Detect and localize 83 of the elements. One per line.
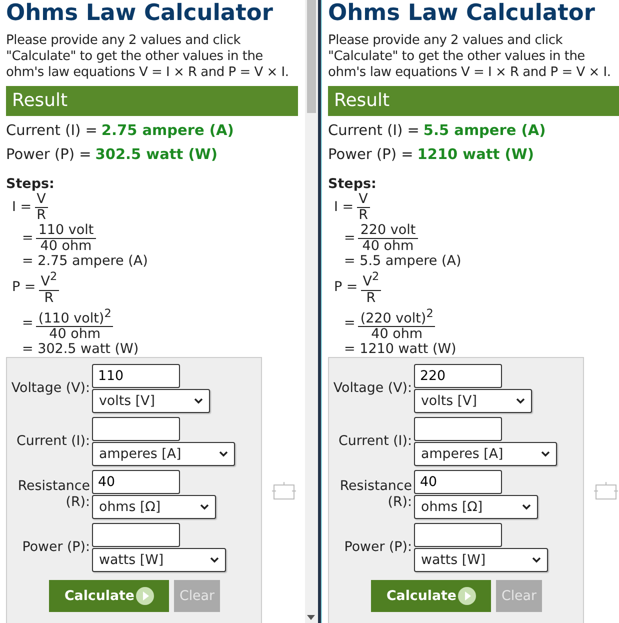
result-label: Power (P) = [328,147,414,163]
equation-lhs: I = [12,200,32,215]
result-value: 2.75 ampere (A) [101,123,234,139]
unit-dropdown[interactable]: ohms [Ω] [92,495,216,519]
denominator: 40 ohm [48,327,102,342]
numerator: V$^{2}$ [360,269,382,290]
denominator: 40 ohm [39,239,93,254]
unit-dropdown[interactable]: amperes [A] [414,442,557,466]
chevron-down-icon [516,398,525,404]
unit-dropdown[interactable]: volts [V] [414,389,532,413]
numerator: V$^{2}$ [38,269,60,290]
equation-lhs: I = [334,200,354,215]
value-input[interactable] [92,523,180,547]
intro-text: Please provide any 2 values and click "Calculate" to get the other values in the ohm's law equations V = I × R and P = V × I. [6,33,290,81]
steps-heading: Steps: [328,176,378,192]
field-label: Current (I): [16,434,91,450]
equation-result: = 2.75 ampere (A) [22,254,148,269]
numerator: (220 volt)$^{2}$ [358,306,436,327]
result-header: Result [6,86,298,116]
chevron-down-icon [532,557,541,563]
chevron-down-icon [522,504,531,510]
value-input[interactable] [414,523,502,547]
equation-result: = 1210 watt (W) [344,342,456,357]
chevron-down-icon [210,557,219,563]
equation-lhs: = [22,231,34,246]
result-label: Current (I) = [6,123,98,139]
unit-dropdown[interactable]: volts [V] [92,389,210,413]
denominator: R [36,208,47,223]
unit-dropdown[interactable]: watts [W] [92,548,226,572]
unit-dropdown[interactable]: watts [W] [414,548,548,572]
steps-heading: Steps: [6,176,56,192]
chevron-down-icon [194,398,203,404]
result-label: Power (P) = [6,147,92,163]
play-icon [458,587,476,605]
equation-lhs: = [344,316,356,332]
result-value: 1210 watt (W) [417,147,534,163]
value-input[interactable] [92,417,180,441]
play-icon [136,587,154,605]
field-label: Voltage (V): [332,380,413,396]
numerator: 110 volt [36,223,96,239]
equation-lhs: P = [12,280,36,295]
unit-dropdown[interactable]: ohms [Ω] [414,495,538,519]
chevron-down-icon [200,504,209,510]
value-input[interactable]: 40 [414,470,502,494]
equation-result: = 302.5 watt (W) [22,342,139,357]
equation-result: = 5.5 ampere (A) [344,254,462,269]
unit-dropdown[interactable]: amperes [A] [92,442,235,466]
field-label: Voltage (V): [10,380,91,396]
denominator: R [43,290,55,306]
equation-lhs: = [344,231,356,246]
chevron-down-icon [541,451,550,457]
value-input[interactable]: 40 [92,470,180,494]
value-input[interactable] [414,417,502,441]
field-label: Resistance (R): [338,478,413,510]
field-label: Power (P): [21,540,91,556]
numerator: (110 volt)$^{2}$ [36,306,114,327]
page-title: Ohms Law Calculator [6,0,274,26]
value-input[interactable]: 110 [92,364,180,388]
numerator: 220 volt [358,223,418,239]
chevron-down-icon [219,451,228,457]
calculate-button[interactable]: Calculate [49,580,169,612]
page-title: Ohms Law Calculator [328,0,596,26]
result-header: Result [328,86,619,116]
denominator: 40 ohm [361,239,415,254]
scrollbar[interactable] [305,0,318,623]
result-value: 5.5 ampere (A) [423,123,546,139]
result-value: 302.5 watt (W) [95,147,218,163]
numerator: V [356,192,370,208]
denominator: R [365,290,377,306]
scrollbar-thumb[interactable] [307,0,316,113]
value-input[interactable]: 220 [414,364,502,388]
denominator: 40 ohm [370,327,424,342]
equation-lhs: P = [334,280,358,295]
intro-text: Please provide any 2 values and click "Calculate" to get the other values in the ohm's law equations V = I × R and P = V × I. [328,33,612,81]
numerator: V [34,192,48,208]
scroll-down-arrow-icon[interactable] [307,615,315,620]
field-label: Current (I): [338,434,413,450]
denominator: R [358,208,369,223]
equation-lhs: = [22,316,34,332]
field-label: Resistance (R): [16,478,91,510]
calculate-button[interactable]: Calculate [371,580,491,612]
result-label: Current (I) = [328,123,420,139]
field-label: Power (P): [343,540,413,556]
